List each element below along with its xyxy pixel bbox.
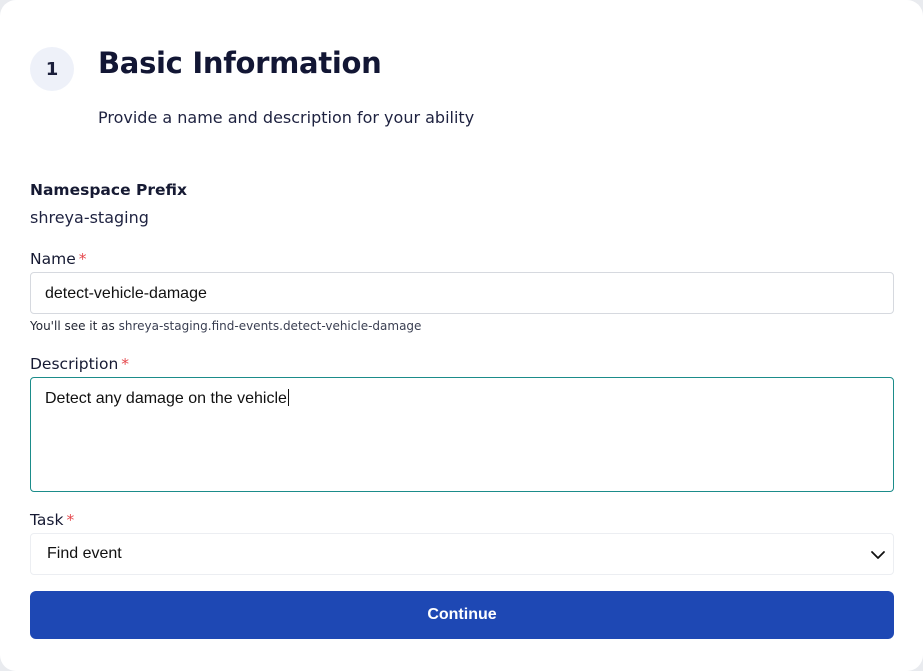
- description-required-mark: *: [121, 355, 130, 373]
- form-card: 1 Basic Information Provide a name and d…: [0, 0, 923, 671]
- name-hint-prefix: You'll see it as: [30, 319, 115, 333]
- task-label-text: Task: [30, 511, 64, 529]
- task-select[interactable]: Find event: [30, 533, 894, 575]
- namespace-value: shreya-staging: [30, 208, 149, 227]
- description-textarea[interactable]: Detect any damage on the vehicle: [30, 377, 894, 492]
- task-label: Task *: [30, 511, 74, 529]
- namespace-label: Namespace Prefix: [30, 181, 187, 199]
- page-subtitle: Provide a name and description for your …: [98, 108, 475, 127]
- name-input[interactable]: detect-vehicle-damage: [30, 272, 894, 314]
- task-selected-value: Find event: [47, 545, 122, 562]
- chevron-down-icon[interactable]: [869, 546, 887, 564]
- continue-button[interactable]: Continue: [30, 591, 894, 639]
- page-title: Basic Information: [98, 46, 382, 80]
- name-input-value: detect-vehicle-damage: [45, 285, 207, 302]
- step-number: 1: [45, 58, 59, 80]
- description-label: Description *: [30, 355, 129, 373]
- step-number-badge: 1: [30, 47, 74, 91]
- text-cursor: [287, 389, 289, 406]
- description-textarea-value: Detect any damage on the vehicle: [45, 390, 287, 407]
- name-hint-value: shreya-staging.find-events.detect-vehicl…: [118, 319, 422, 333]
- task-required-mark: *: [66, 511, 75, 529]
- name-required-mark: *: [78, 250, 87, 268]
- name-hint: You'll see it as shreya-staging.find-eve…: [30, 319, 421, 333]
- name-label: Name *: [30, 250, 86, 268]
- name-label-text: Name: [30, 250, 76, 268]
- description-label-text: Description: [30, 355, 119, 373]
